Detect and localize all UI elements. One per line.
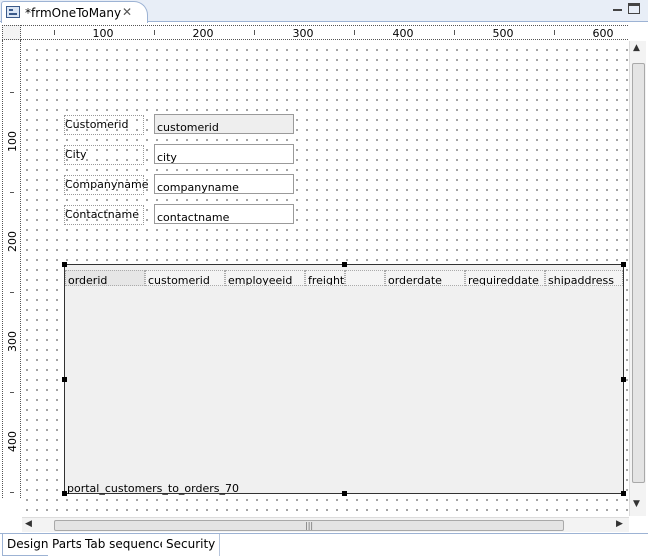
resize-handle-top-right[interactable] [621, 262, 626, 267]
ruler-tick [354, 30, 355, 35]
ruler-label: 200 [192, 27, 214, 40]
editor-tab-title: *frmOneToMany [25, 6, 122, 20]
label-city[interactable]: City [64, 145, 144, 165]
ruler-tick [10, 492, 14, 493]
maximize-button[interactable] [628, 3, 640, 14]
vertical-scrollbar[interactable]: ▲ ▼ [629, 41, 646, 516]
scroll-right-icon[interactable]: ▶ [616, 519, 623, 529]
scroll-left-icon[interactable]: ◀ [25, 519, 32, 529]
portal-column-freight[interactable]: freight [305, 270, 345, 286]
ruler-tick [54, 30, 55, 35]
ruler-tick [10, 92, 14, 93]
close-icon[interactable]: ✕ [122, 5, 132, 19]
horizontal-scroll-thumb[interactable]: ||| [54, 520, 564, 531]
editor-tab-bar: *frmOneToMany ✕ [0, 0, 648, 23]
field-companyname[interactable]: companyname [154, 174, 294, 194]
horizontal-ruler: 100 200 300 400 500 600 [21, 25, 628, 40]
ruler-corner [2, 25, 21, 40]
portal-column-requireddate[interactable]: requireddate [465, 270, 545, 286]
scroll-up-icon[interactable]: ▲ [633, 43, 640, 53]
ruler-tick [10, 392, 14, 393]
portal-column-orderdate[interactable]: orderdate [385, 270, 465, 286]
tab-tab-sequence[interactable]: Tab sequence [81, 534, 172, 556]
ruler-tick [554, 30, 555, 35]
resize-handle-right[interactable] [621, 377, 626, 382]
ruler-label: 400 [6, 431, 19, 452]
horizontal-scrollbar[interactable]: ◀ ||| ▶ [22, 517, 629, 532]
scroll-down-icon[interactable]: ▼ [633, 499, 640, 509]
vertical-ruler: 100 200 300 400 [2, 40, 21, 498]
ruler-tick [154, 30, 155, 35]
resize-handle-bottom-left[interactable] [62, 491, 67, 496]
ruler-label: 300 [6, 331, 19, 352]
ruler-label: 600 [592, 27, 614, 40]
resize-handle-top-left[interactable] [62, 262, 67, 267]
resize-handle-bottom[interactable] [342, 491, 347, 496]
portal[interactable]: orderid customerid employeeid freight or… [62, 262, 626, 496]
portal-column-shipaddress[interactable]: shipaddress [545, 270, 623, 286]
field-city[interactable]: city [154, 144, 294, 164]
vertical-scroll-thumb[interactable] [632, 63, 645, 483]
label-customerid[interactable]: Customerid [64, 115, 144, 135]
ruler-label: 100 [6, 131, 19, 152]
field-customerid[interactable]: customerid [154, 114, 294, 134]
resize-handle-top[interactable] [342, 262, 347, 267]
portal-column-blank[interactable] [345, 270, 385, 286]
portal-column-orderid[interactable]: orderid [65, 270, 145, 286]
ruler-tick [254, 30, 255, 35]
field-contactname[interactable]: contactname [154, 204, 294, 224]
portal-column-employeeid[interactable]: employeeid [225, 270, 305, 286]
ruler-label: 200 [6, 231, 19, 252]
editor-tab[interactable]: *frmOneToMany ✕ [1, 1, 148, 23]
form-icon [6, 6, 20, 18]
resize-handle-bottom-right[interactable] [621, 491, 626, 496]
portal-name-label: portal_customers_to_orders_70 [67, 482, 239, 495]
design-canvas[interactable]: Customerid customerid City city Companyn… [22, 41, 628, 516]
ruler-tick [454, 30, 455, 35]
portal-column-customerid[interactable]: customerid [145, 270, 225, 286]
resize-handle-left[interactable] [62, 377, 67, 382]
scroll-grip-icon: ||| [305, 521, 314, 530]
ruler-tick [10, 292, 14, 293]
ruler-tick [10, 192, 14, 193]
ruler-label: 100 [92, 27, 114, 40]
tab-design[interactable]: Design [2, 534, 54, 556]
ruler-label: 400 [392, 27, 414, 40]
ruler-label: 300 [292, 27, 314, 40]
bottom-tab-bar: Design Parts Tab sequence Security [0, 533, 648, 557]
label-contactname[interactable]: Contactname [64, 205, 144, 225]
label-companyname[interactable]: Companyname [64, 175, 149, 195]
minimize-button[interactable] [612, 3, 624, 15]
tab-security[interactable]: Security [162, 534, 221, 556]
ruler-label: 500 [492, 27, 514, 40]
